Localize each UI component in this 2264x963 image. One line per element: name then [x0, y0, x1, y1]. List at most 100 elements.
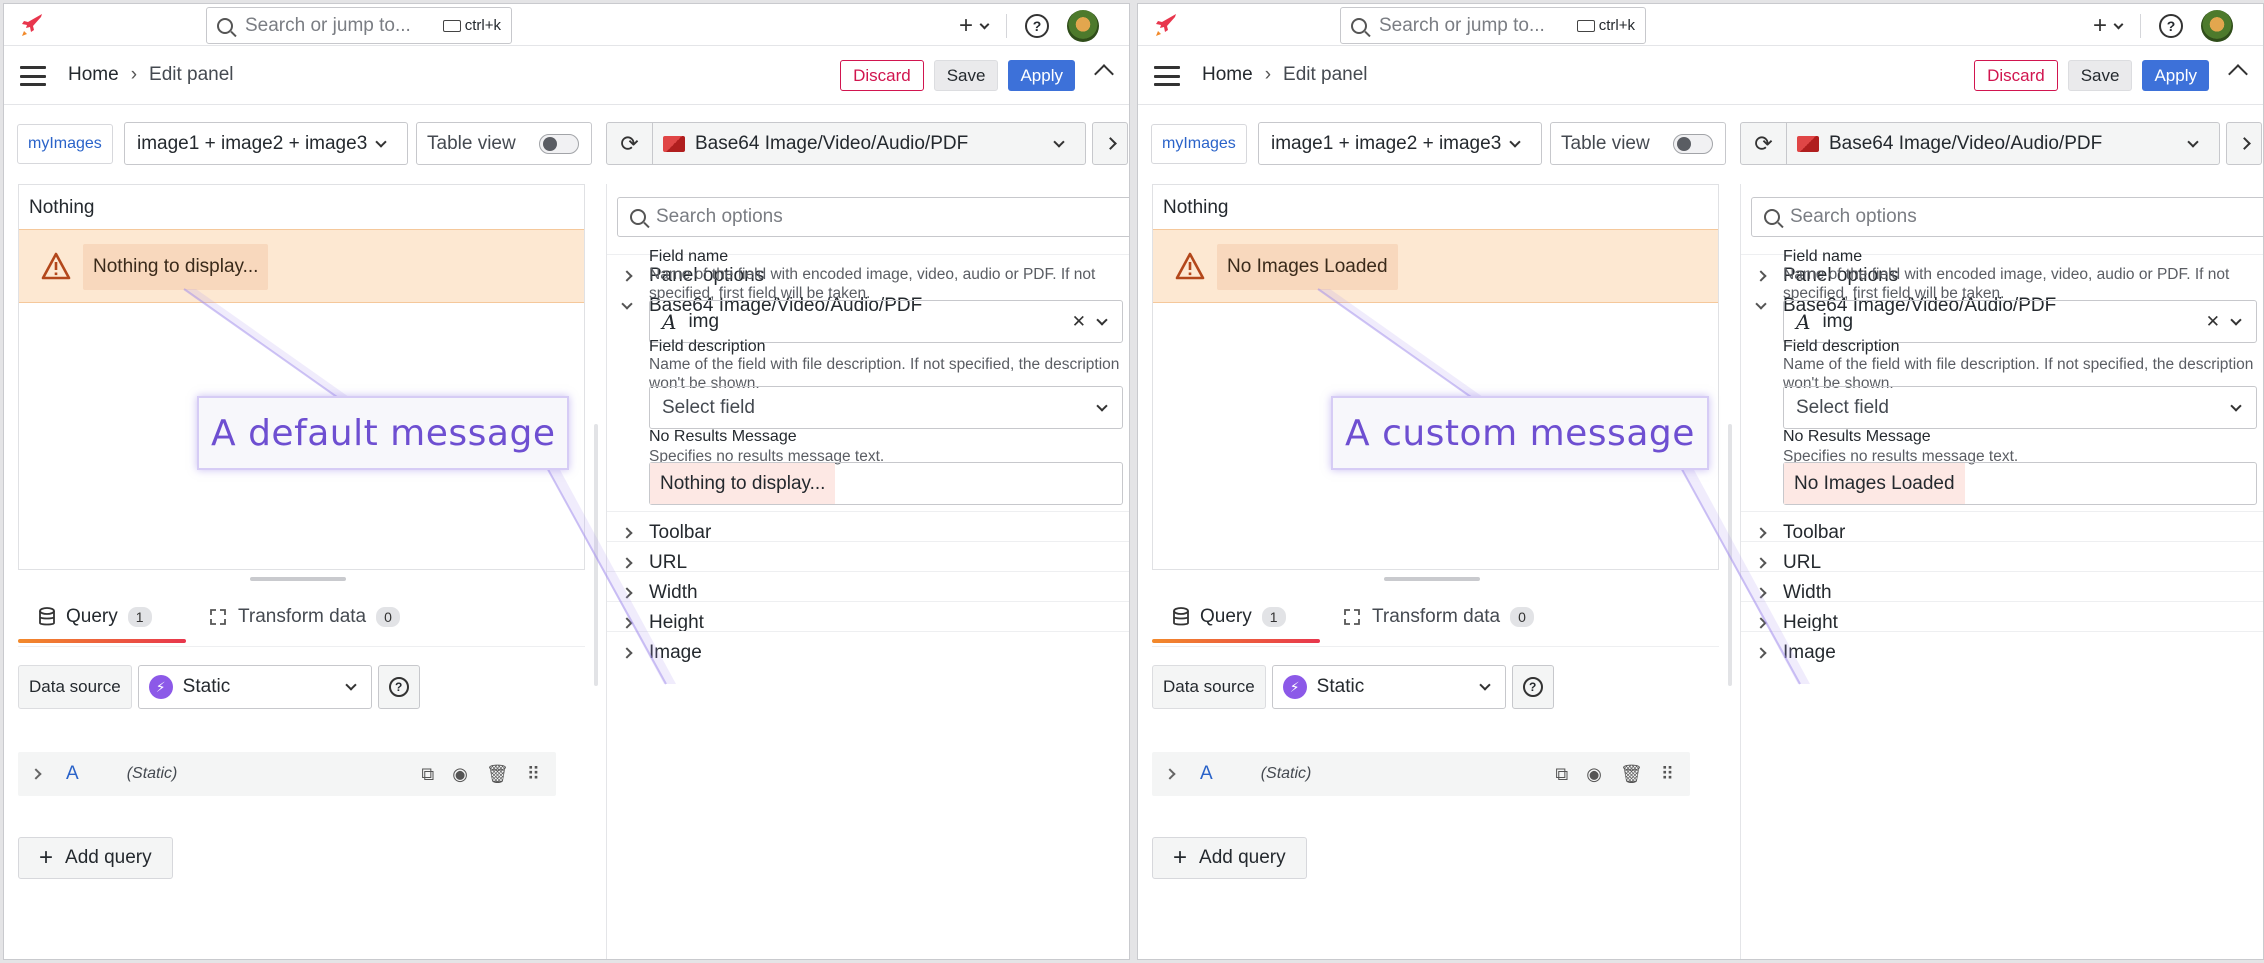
tab-transform-count: 0 — [1510, 607, 1534, 627]
shortcut-text: ctrl+k — [464, 17, 501, 34]
resize-handle[interactable] — [250, 577, 346, 581]
tab-query[interactable]: Query 1 — [1172, 606, 1286, 628]
discard-button[interactable]: Discard — [840, 60, 924, 91]
tab-transform-label: Transform data — [238, 606, 367, 627]
resize-handle[interactable] — [1384, 577, 1480, 581]
copy-icon[interactable]: ⧉ — [1555, 764, 1568, 785]
chevron-up-icon[interactable] — [1094, 64, 1114, 84]
avatar[interactable] — [2201, 10, 2233, 42]
no-results-label: No Results Message — [649, 428, 797, 445]
query-name[interactable]: A — [1200, 763, 1213, 785]
annotation-callout: A custom message — [1331, 396, 1709, 470]
section-image[interactable]: Image — [607, 631, 1129, 674]
add-query-button[interactable]: + Add query — [18, 837, 173, 879]
add-query-label: Add query — [65, 847, 152, 868]
field-description-label: Field description — [649, 338, 766, 355]
tab-transform[interactable]: Transform data 0 — [1342, 606, 1534, 628]
clear-icon[interactable]: ✕ — [1072, 312, 1086, 332]
new-menu-button[interactable]: + — [2093, 12, 2124, 40]
drag-handle-icon[interactable]: ⠿ — [1661, 764, 1674, 785]
save-button[interactable]: Save — [933, 60, 999, 91]
refresh-icon[interactable]: ⟳ — [1741, 123, 1787, 164]
breadcrumb-home[interactable]: Home — [68, 64, 119, 86]
discard-button[interactable]: Discard — [1974, 60, 2058, 91]
text-field-icon: A — [1796, 309, 1811, 334]
drag-handle-icon[interactable]: ⠿ — [527, 764, 540, 785]
query-editor: Data source ⚡ Static ? A (Static) ⧉ ◉ 🗑 … — [1152, 646, 1719, 959]
options-search-input[interactable]: Search options — [1751, 197, 2263, 237]
expand-options-button[interactable] — [2226, 122, 2262, 165]
eye-icon[interactable]: ◉ — [452, 764, 468, 785]
options-search-input[interactable]: Search options — [617, 197, 1129, 237]
help-icon[interactable]: ? — [2159, 14, 2183, 38]
no-results-message-input[interactable]: No Images Loaded — [1783, 462, 2257, 505]
tab-transform[interactable]: Transform data 0 — [208, 606, 400, 628]
query-row[interactable]: A (Static) ⧉ ◉ 🗑 ⠿ — [1152, 752, 1690, 796]
field-description-select[interactable]: Select field — [649, 386, 1123, 429]
data-source-select[interactable]: ⚡ Static — [1271, 665, 1506, 709]
apply-button[interactable]: Apply — [2142, 60, 2209, 91]
chevron-down-icon — [1096, 400, 1108, 412]
tab-query[interactable]: Query 1 — [38, 606, 152, 628]
top-bar: Search or jump to... ctrl+k + ? — [1138, 4, 2263, 46]
grafana-logo-icon[interactable] — [1154, 12, 1180, 38]
data-source-value: Static — [1316, 676, 1365, 697]
field-description-select[interactable]: Select field — [1783, 386, 2257, 429]
image-icon — [1797, 135, 1819, 152]
data-source-value: Static — [182, 676, 231, 697]
visualization-picker[interactable]: ⟳ Base64 Image/Video/Audio/PDF — [606, 122, 1086, 165]
no-results-message-value: No Images Loaded — [1784, 463, 1965, 504]
chevron-down-icon — [979, 19, 990, 29]
field-name-select[interactable]: A img ✕ — [649, 300, 1123, 343]
datasource-pill[interactable]: myImages — [1151, 124, 1247, 164]
no-results-label: No Results Message — [1783, 428, 1931, 445]
avatar[interactable] — [1067, 10, 1099, 42]
chevron-right-icon[interactable] — [30, 768, 42, 780]
menu-icon[interactable] — [1154, 66, 1180, 86]
visualization-picker[interactable]: ⟳ Base64 Image/Video/Audio/PDF — [1740, 122, 2220, 165]
grafana-logo-icon[interactable] — [20, 12, 46, 38]
section-image[interactable]: Image — [1741, 631, 2263, 674]
toggle-switch[interactable] — [539, 133, 579, 154]
table-view-toggle[interactable]: Table view — [1550, 122, 1726, 165]
eye-icon[interactable]: ◉ — [1586, 764, 1602, 785]
data-source-help-button[interactable]: ? — [377, 665, 420, 709]
chevron-up-icon[interactable] — [2228, 64, 2248, 84]
expand-options-button[interactable] — [1092, 122, 1128, 165]
table-view-toggle[interactable]: Table view — [416, 122, 592, 165]
copy-icon[interactable]: ⧉ — [421, 764, 434, 785]
trash-icon[interactable]: 🗑 — [486, 764, 509, 785]
toggle-switch[interactable] — [1673, 133, 1713, 154]
tab-query-count: 1 — [127, 607, 152, 627]
trash-icon[interactable]: 🗑 — [1620, 764, 1643, 785]
menu-icon[interactable] — [20, 66, 46, 86]
no-results-message-input[interactable]: Nothing to display... — [649, 462, 1123, 505]
data-source-label: Data source — [18, 665, 132, 709]
data-source-help-button[interactable]: ? — [1511, 665, 1554, 709]
pane-splitter[interactable] — [594, 424, 598, 686]
pane-splitter[interactable] — [1728, 424, 1732, 686]
variable-select[interactable]: image1 + image2 + image3 — [124, 122, 408, 165]
refresh-icon[interactable]: ⟳ — [607, 123, 653, 164]
help-icon[interactable]: ? — [1025, 14, 1049, 38]
clear-icon[interactable]: ✕ — [2206, 312, 2220, 332]
query-name[interactable]: A — [66, 763, 79, 785]
apply-button[interactable]: Apply — [1008, 60, 1075, 91]
no-results-alert: Nothing to display... — [19, 229, 584, 303]
breadcrumb-home[interactable]: Home — [1202, 64, 1253, 86]
field-name-select[interactable]: A img ✕ — [1783, 300, 2257, 343]
add-query-button[interactable]: + Add query — [1152, 837, 1307, 879]
data-source-select[interactable]: ⚡ Static — [137, 665, 372, 709]
tab-transform-count: 0 — [376, 607, 400, 627]
datasource-pill[interactable]: myImages — [17, 124, 113, 164]
active-tab-indicator — [18, 639, 186, 643]
new-menu-button[interactable]: + — [959, 12, 990, 40]
chevron-down-icon — [2187, 135, 2199, 148]
variable-select[interactable]: image1 + image2 + image3 — [1258, 122, 1542, 165]
breadcrumb-current: Edit panel — [149, 64, 234, 85]
chevron-right-icon[interactable] — [1164, 768, 1176, 780]
search-input[interactable]: Search or jump to... ctrl+k — [206, 7, 512, 44]
search-input[interactable]: Search or jump to... ctrl+k — [1340, 7, 1646, 44]
save-button[interactable]: Save — [2067, 60, 2133, 91]
query-row[interactable]: A (Static) ⧉ ◉ 🗑 ⠿ — [18, 752, 556, 796]
